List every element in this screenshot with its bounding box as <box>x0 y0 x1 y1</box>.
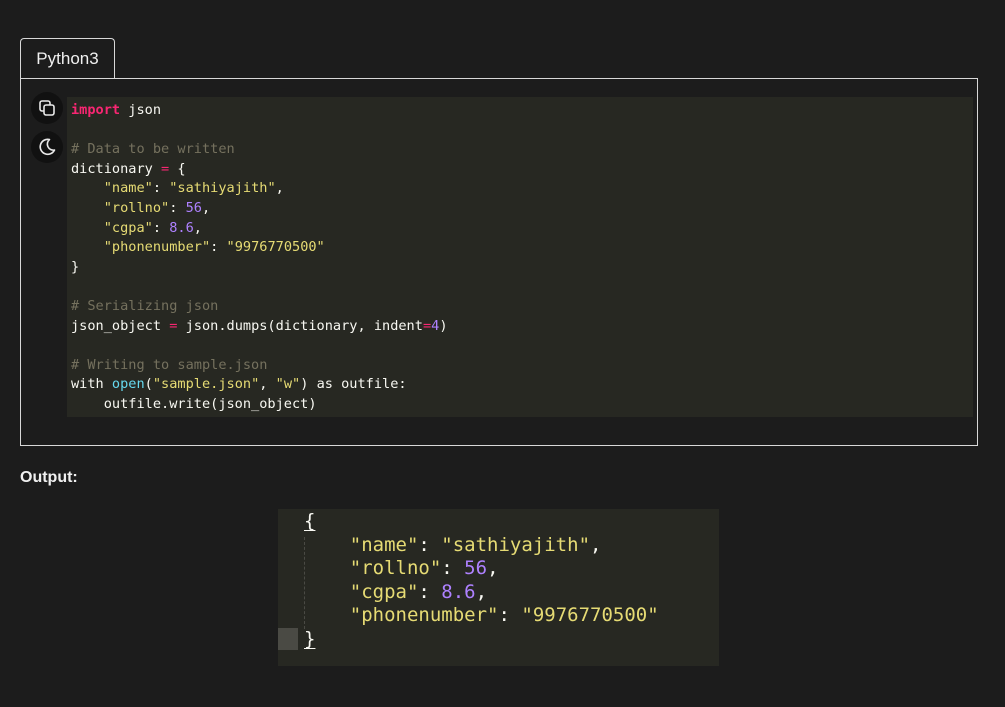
code-operator: = <box>422 317 432 334</box>
code-text: json <box>120 102 162 118</box>
code-line-4: dictionary = { <box>71 160 448 180</box>
moon-icon <box>39 138 56 156</box>
theme-toggle-button[interactable] <box>31 131 63 163</box>
output-line-2: "rollno": 56, <box>349 557 499 580</box>
code-text: ) <box>439 317 448 334</box>
code-comment: # Data to be written <box>71 141 235 158</box>
code-line-11: # Serializing json <box>71 297 448 317</box>
code-number: 56 <box>185 199 202 216</box>
code-text: ( <box>144 376 153 393</box>
code-line-14: # Writing to sample.json <box>71 356 448 376</box>
code-string: "w" <box>275 376 301 393</box>
page: Python3 import json # Data to be written d… <box>0 0 1005 707</box>
code-string: "sathiyajith" <box>169 180 276 197</box>
code-number: 8.6 <box>169 219 194 236</box>
output-json: { "name": "sathiyajith", "rollno": 56, "… <box>304 510 659 652</box>
output-open-brace: { <box>304 510 316 532</box>
output-block[interactable]: { "name": "sathiyajith", "rollno": 56, "… <box>278 509 719 666</box>
code-line-15: with open("sample.json", "w") as outfile… <box>71 375 448 395</box>
code-string: "9976770500" <box>226 239 325 256</box>
code-string: "sample.json" <box>152 376 260 393</box>
code-line-5: "name": "sathiyajith", <box>71 179 448 199</box>
code-text: with <box>71 376 112 393</box>
code-operator: = <box>161 160 170 177</box>
output-heading: Output: <box>20 469 78 486</box>
code-text: } <box>71 258 80 275</box>
code-line-3: # Data to be written <box>71 140 448 160</box>
code-text: json.dumps(dictionary, indent <box>177 317 423 334</box>
code-line-8: "phonenumber": "9976770500" <box>71 238 448 258</box>
code-string: "cgpa" <box>103 219 153 236</box>
output-line-4: "phonenumber": "9976770500" <box>349 604 659 627</box>
code-block: import json # Data to be written dictionar… <box>20 78 978 446</box>
code-string: "rollno" <box>103 199 170 216</box>
code-text: : <box>152 180 170 197</box>
code-text: : <box>210 239 227 256</box>
output-close-brace: } <box>304 627 316 650</box>
code-line-1: import json <box>71 101 448 121</box>
code-text: ) as outfile: <box>300 376 407 393</box>
code-line-12: json_object = json.dumps(dictionary, ind… <box>71 317 448 337</box>
code-text: outfile.write(json_object) <box>71 395 317 412</box>
code-text: json_object <box>71 317 170 334</box>
code-text: dictionary <box>71 160 162 177</box>
code-comment: # Serializing json <box>71 297 219 314</box>
code-text: , <box>201 199 211 216</box>
output-line-1: "name": "sathiyajith", <box>349 533 602 556</box>
code-line-9: } <box>71 258 448 278</box>
code-line-16: outfile.write(json_object) <box>71 395 448 415</box>
code-string: "phonenumber" <box>103 239 211 256</box>
code-text: : <box>169 199 186 216</box>
code-line-6: "rollno": 56, <box>71 199 448 219</box>
code-text: , <box>193 219 202 236</box>
code-text: , <box>275 180 284 197</box>
output-line-3: "cgpa": 8.6, <box>349 580 488 603</box>
code-comment: # Writing to sample.json <box>71 356 268 373</box>
copy-icon <box>39 100 55 116</box>
line-highlight <box>278 628 298 650</box>
code-line-7: "cgpa": 8.6, <box>71 219 448 239</box>
code-string: "name" <box>103 180 153 197</box>
copy-button[interactable] <box>31 92 63 124</box>
keyword-import: import <box>71 102 121 118</box>
code-builtin: open <box>111 376 145 393</box>
tab-python3[interactable]: Python3 <box>20 38 115 78</box>
source-code: import json # Data to be written dictionar… <box>71 101 448 415</box>
code-text: , <box>259 376 276 393</box>
code-text: { <box>169 160 186 177</box>
code-text: : <box>152 219 170 236</box>
code-editor[interactable]: import json # Data to be written dictionar… <box>67 97 973 417</box>
